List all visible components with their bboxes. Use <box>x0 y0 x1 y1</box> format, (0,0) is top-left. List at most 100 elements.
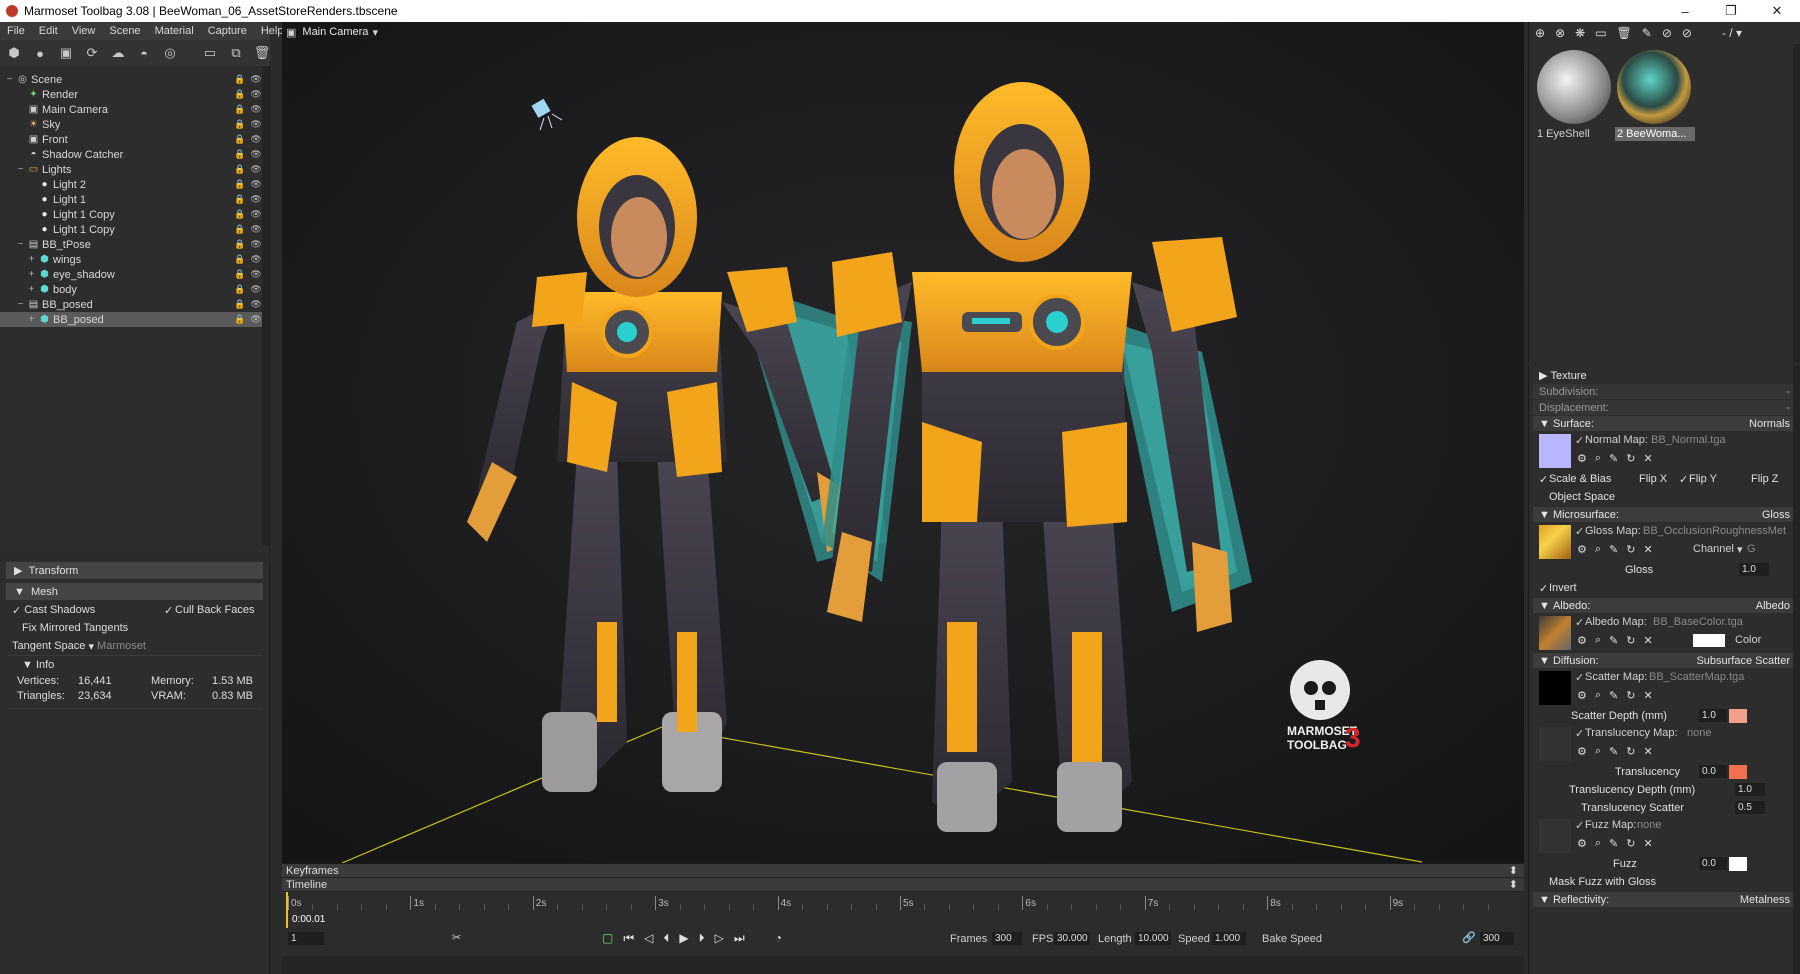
scatter-map-view-icon[interactable]: ⌕ <box>1595 689 1601 702</box>
albedo-map-checkbox[interactable]: ✓ <box>1575 616 1584 629</box>
visibility-eye-icon[interactable]: 👁 <box>250 149 261 160</box>
fps-field[interactable]: 30.000 <box>1054 932 1090 945</box>
translucency-map-swatch[interactable] <box>1539 727 1571 761</box>
frames-field[interactable]: 300 <box>992 932 1022 945</box>
timeline-bar[interactable]: Timeline ⬍ <box>282 878 1524 892</box>
albedo-map-swatch[interactable] <box>1539 616 1571 650</box>
visibility-eye-icon[interactable]: 👁 <box>250 209 261 220</box>
lock-icon[interactable]: 🔒 <box>234 89 245 100</box>
lock-icon[interactable]: 🔒 <box>234 314 245 325</box>
expand-icon[interactable]: + <box>26 254 37 265</box>
surface-value[interactable]: Normals <box>1749 418 1790 430</box>
surface-section[interactable]: ▼ Surface: Normals <box>1533 416 1796 431</box>
visibility-eye-icon[interactable]: 👁 <box>250 89 261 100</box>
normal-map-settings-icon[interactable]: ⚙ <box>1577 452 1587 465</box>
translucency-map-reload-icon[interactable]: ↻ <box>1626 745 1635 758</box>
translucency-field[interactable]: 0.0 <box>1699 765 1727 778</box>
gloss-field[interactable]: 1.0 <box>1739 563 1769 576</box>
assign-material-icon[interactable]: ✎ <box>1642 26 1652 40</box>
fuzz-map-reload-icon[interactable]: ↻ <box>1626 837 1635 850</box>
keyframes-toggle-icon[interactable]: ⬍ <box>1509 864 1518 877</box>
fuzz-map-view-icon[interactable]: ⌕ <box>1595 837 1601 850</box>
object-space-checkbox[interactable]: Object Space <box>1549 491 1615 503</box>
flip-y-check-icon[interactable]: ✓ <box>1679 473 1688 486</box>
visibility-eye-icon[interactable]: 👁 <box>250 224 261 235</box>
invert-check-icon[interactable]: ✓ <box>1539 582 1548 595</box>
tree-item[interactable]: + ⬢ body 🔒 👁 <box>0 282 269 297</box>
gloss-map-reload-icon[interactable]: ↻ <box>1626 543 1635 556</box>
info-expand-icon[interactable]: ▼ <box>22 659 33 671</box>
play-icon[interactable]: ▶ <box>679 931 688 946</box>
albedo-map-settings-icon[interactable]: ⚙ <box>1577 634 1587 647</box>
scatter-map-reload-icon[interactable]: ↻ <box>1626 689 1635 702</box>
tree-item[interactable]: − ◎ Scene 🔒 👁 <box>0 72 269 87</box>
lock-icon[interactable]: 🔒 <box>234 239 245 250</box>
normal-map-swatch[interactable] <box>1539 434 1571 468</box>
lock-icon[interactable]: 🔒 <box>234 209 245 220</box>
channel-dropdown-icon[interactable]: ▾ <box>1737 543 1743 556</box>
bake-speed-button[interactable]: Bake Speed <box>1262 933 1322 945</box>
collapse-icon[interactable]: − <box>4 74 15 85</box>
visibility-eye-icon[interactable]: 👁 <box>250 194 261 205</box>
tree-item[interactable]: ● Light 1 Copy 🔒 👁 <box>0 207 269 222</box>
scatter-color-swatch[interactable] <box>1729 709 1747 723</box>
subdivision-section[interactable]: Subdivision: - <box>1533 384 1796 399</box>
albedo-color-swatch[interactable] <box>1693 634 1725 647</box>
camera-dropdown-icon[interactable]: ▾ <box>372 26 378 39</box>
add-mesh-icon[interactable]: ⬢ <box>6 45 22 61</box>
next-key-icon[interactable]: ▷ <box>715 931 724 946</box>
camera-selector[interactable]: Main Camera <box>302 26 368 38</box>
lock-icon[interactable]: 🔒 <box>234 119 245 130</box>
expand-icon[interactable]: + <box>26 314 37 325</box>
close-button[interactable]: ✕ <box>1754 0 1800 22</box>
tangent-space-dropdown-icon[interactable]: ▾ <box>88 640 94 653</box>
tree-item[interactable]: − ▭ Lights 🔒 👁 <box>0 162 269 177</box>
restore-button[interactable]: ❐ <box>1708 0 1754 22</box>
fuzz-map-clear-icon[interactable]: ✕ <box>1643 837 1652 850</box>
gloss-map-settings-icon[interactable]: ⚙ <box>1577 543 1587 556</box>
lock-icon[interactable]: 🔒 <box>234 224 245 235</box>
visibility-eye-icon[interactable]: 👁 <box>250 299 261 310</box>
texture-section[interactable]: ▶ Texture <box>1533 368 1796 383</box>
mask-fuzz-checkbox[interactable]: Mask Fuzz with Gloss <box>1549 876 1656 888</box>
visibility-eye-icon[interactable]: 👁 <box>250 314 261 325</box>
menu-material[interactable]: Material <box>148 25 201 37</box>
tree-item[interactable]: ◓ Shadow Catcher 🔒 👁 <box>0 147 269 162</box>
scatter-map-swatch[interactable] <box>1539 671 1571 705</box>
translucency-color-swatch[interactable] <box>1729 765 1747 779</box>
frame-field[interactable]: 1 <box>288 932 324 945</box>
scatter-map-clear-icon[interactable]: ✕ <box>1643 689 1652 702</box>
visibility-eye-icon[interactable]: 👁 <box>250 269 261 280</box>
flip-z-checkbox[interactable]: Flip Z <box>1751 473 1779 485</box>
translucency-map-file[interactable]: none <box>1687 727 1711 739</box>
mesh-section[interactable]: ▼ Mesh <box>6 583 263 600</box>
subdivision-value[interactable]: - <box>1786 386 1790 398</box>
lock-icon[interactable]: 🔒 <box>234 134 245 145</box>
normal-map-edit-icon[interactable]: ✎ <box>1609 452 1618 465</box>
visibility-eye-icon[interactable]: 👁 <box>250 284 261 295</box>
material-options-icon[interactable]: ⊘ <box>1662 26 1672 40</box>
expand-icon[interactable]: + <box>26 269 37 280</box>
keyframes-bar[interactable]: Keyframes ⬍ <box>282 864 1524 878</box>
scatter-map-edit-icon[interactable]: ✎ <box>1609 689 1618 702</box>
prev-key-icon[interactable]: ◁ <box>644 931 653 946</box>
translucency-map-settings-icon[interactable]: ⚙ <box>1577 745 1587 758</box>
skip-start-icon[interactable]: ⏮ <box>623 931 634 946</box>
scatter-map-file[interactable]: BB_ScatterMap.tga <box>1649 671 1744 683</box>
translucency-map-clear-icon[interactable]: ✕ <box>1643 745 1652 758</box>
albedo-map-view-icon[interactable]: ⌕ <box>1595 634 1601 647</box>
flip-x-checkbox[interactable]: Flip X <box>1639 473 1667 485</box>
translucency-map-view-icon[interactable]: ⌕ <box>1595 745 1601 758</box>
lock-icon[interactable]: 🔒 <box>234 284 245 295</box>
displacement-section[interactable]: Displacement: - <box>1533 400 1796 415</box>
menu-scene[interactable]: Scene <box>102 25 147 37</box>
visibility-eye-icon[interactable]: 👁 <box>250 254 261 265</box>
fuzz-map-file[interactable]: none <box>1637 819 1661 831</box>
diffusion-value[interactable]: Subsurface Scatter <box>1696 655 1790 667</box>
lock-icon[interactable]: 🔒 <box>234 149 245 160</box>
gloss-map-checkbox[interactable]: ✓ <box>1575 525 1584 538</box>
length-field[interactable]: 10.000 <box>1135 932 1171 945</box>
gloss-map-view-icon[interactable]: ⌕ <box>1595 543 1601 556</box>
delete-icon[interactable]: 🗑 <box>254 45 271 61</box>
tree-item[interactable]: ✦ Render 🔒 👁 <box>0 87 269 102</box>
